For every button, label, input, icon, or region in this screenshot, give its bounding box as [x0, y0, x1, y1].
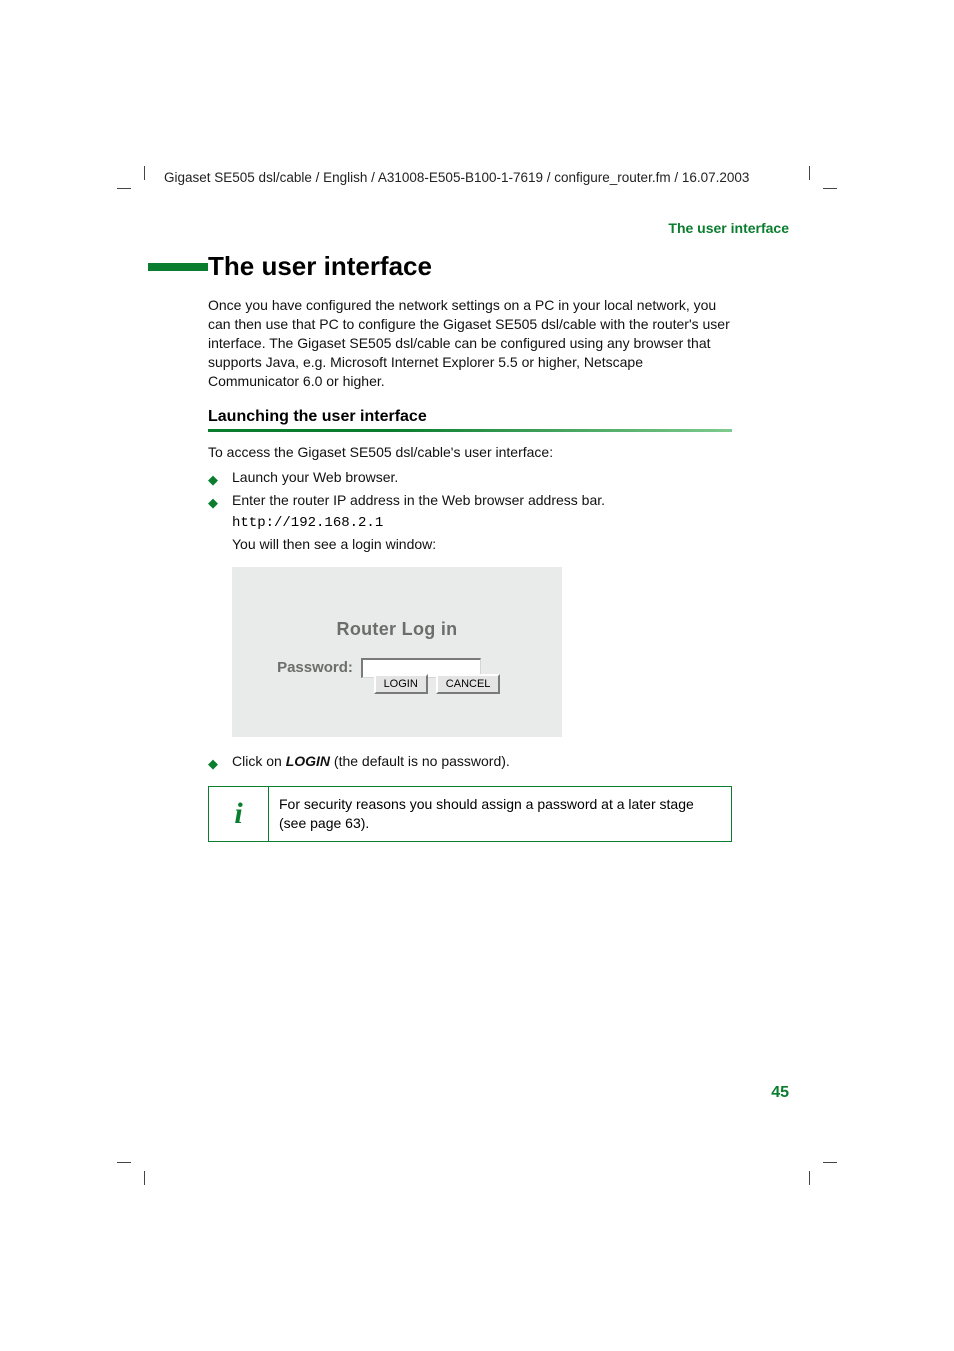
- info-icon-cell: i: [209, 787, 269, 841]
- info-note-text: For security reasons you should assign a…: [269, 787, 731, 841]
- main-content: The user interface Once you have configu…: [208, 245, 732, 842]
- instruction-list-2: ◆ Click on LOGIN (the default is no pass…: [208, 751, 732, 772]
- section-heading: Launching the user interface: [208, 408, 732, 426]
- list-item-text: Enter the router IP address in the Web b…: [232, 492, 605, 508]
- cancel-button[interactable]: CANCEL: [436, 674, 501, 694]
- login-buttons-row: LOGIN CANCEL: [272, 674, 602, 694]
- info-note-box: i For security reasons you should assign…: [208, 786, 732, 842]
- login-button[interactable]: LOGIN: [374, 674, 428, 694]
- list-item-text: Launch your Web browser.: [232, 469, 398, 485]
- crop-mark: [117, 188, 131, 189]
- click-line: Click on LOGIN (the default is no passwo…: [232, 753, 510, 769]
- access-line: To access the Gigaset SE505 dsl/cable's …: [208, 442, 732, 463]
- page-title: The user interface: [208, 245, 732, 290]
- crop-mark: [144, 1171, 145, 1185]
- instruction-list: ◆ Launch your Web browser. ◆ Enter the r…: [208, 467, 732, 511]
- crop-mark: [117, 1162, 131, 1163]
- router-url: http://192.168.2.1: [232, 513, 732, 534]
- diamond-bullet-icon: ◆: [208, 470, 218, 490]
- crop-mark: [144, 166, 145, 180]
- info-icon: i: [234, 797, 242, 831]
- page-number: 45: [771, 1084, 789, 1102]
- list-item: ◆ Launch your Web browser.: [208, 467, 732, 488]
- page: Gigaset SE505 dsl/cable / English / A310…: [0, 0, 954, 1351]
- running-header: The user interface: [668, 220, 789, 236]
- crop-mark: [809, 166, 810, 180]
- crop-mark: [823, 1162, 837, 1163]
- intro-paragraph: Once you have configured the network set…: [208, 296, 732, 390]
- document-header-path: Gigaset SE505 dsl/cable / English / A310…: [164, 170, 749, 185]
- crop-mark: [809, 1171, 810, 1185]
- login-word: LOGIN: [286, 753, 330, 769]
- title-accent-bar: [148, 263, 208, 271]
- login-screenshot: Router Log in Password: LOGIN CANCEL: [232, 567, 562, 737]
- click-pre: Click on: [232, 753, 286, 769]
- diamond-bullet-icon: ◆: [208, 493, 218, 513]
- password-label: Password:: [277, 659, 353, 676]
- diamond-bullet-icon: ◆: [208, 754, 218, 774]
- section-rule: [208, 429, 732, 432]
- after-url-text: You will then see a login window:: [232, 534, 732, 555]
- click-post: (the default is no password).: [330, 753, 510, 769]
- crop-mark: [823, 188, 837, 189]
- login-dialog-title: Router Log in: [337, 619, 458, 640]
- list-item: ◆ Click on LOGIN (the default is no pass…: [208, 751, 732, 772]
- list-item: ◆ Enter the router IP address in the Web…: [208, 490, 732, 511]
